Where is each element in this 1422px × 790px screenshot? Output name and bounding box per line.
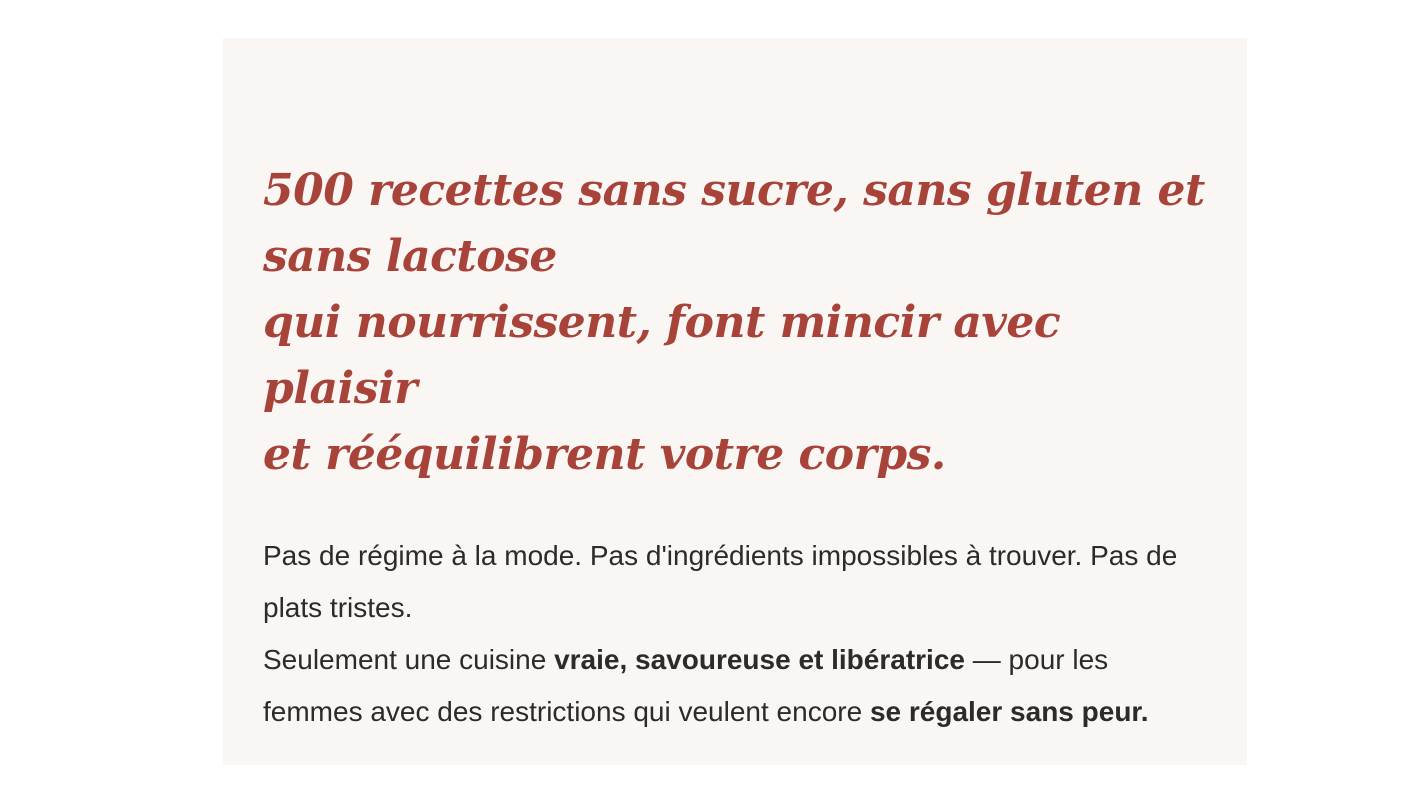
headline-line-1: 500 recettes sans sucre, sans gluten et … — [263, 165, 1205, 282]
intro-emphasis-2: se régaler sans peur. — [869, 696, 1149, 727]
intro-text-segment: Seulement une cuisine — [263, 644, 555, 675]
headline-line-2: qui nourrissent, font mincir avec plaisi… — [263, 297, 1061, 414]
intro-paragraph-1: Pas de régime à la mode. Pas d'ingrédien… — [263, 540, 1178, 623]
hero-card: 500 recettes sans sucre, sans gluten et … — [223, 38, 1247, 765]
intro-emphasis-1: vraie, savoureuse et libératrice — [554, 644, 965, 675]
intro-paragraph-2: Seulement une cuisine vraie, savoureuse … — [263, 634, 1207, 738]
intro-text: Pas de régime à la mode. Pas d'ingrédien… — [263, 530, 1207, 738]
headline: 500 recettes sans sucre, sans gluten et … — [263, 158, 1207, 488]
headline-line-3: et rééquilibrent votre corps. — [263, 429, 946, 480]
